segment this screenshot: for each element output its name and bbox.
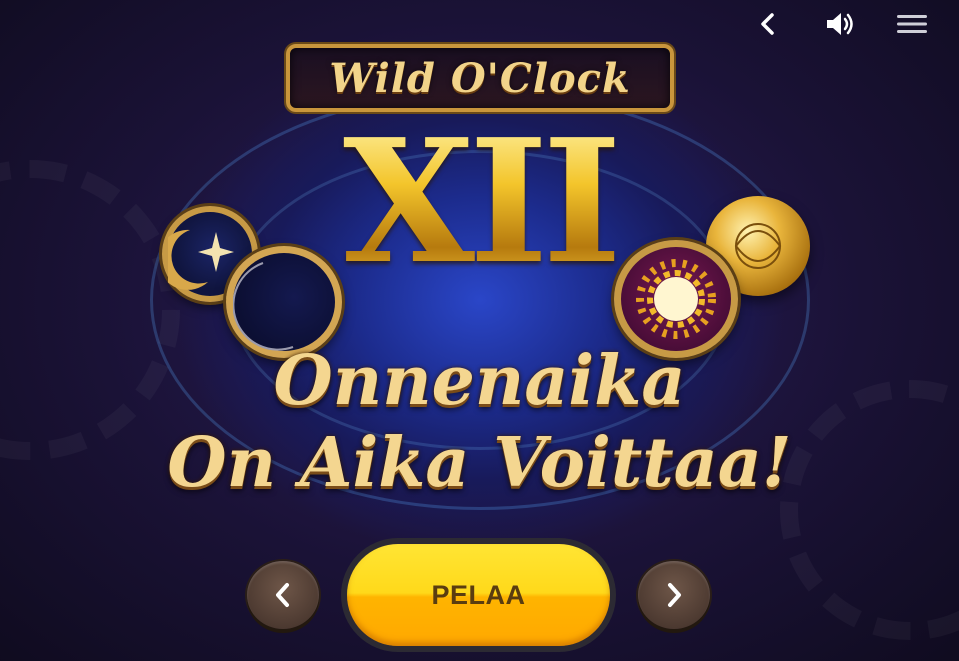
hamburger-menu-icon (897, 15, 927, 33)
chevron-right-icon (668, 583, 681, 607)
roman-numeral-twelve: XII (0, 112, 959, 292)
chevron-left-icon (761, 13, 774, 35)
play-button-label: PELAA (431, 579, 526, 610)
game-splash-screen: Wild O'Clock XII Onnenaika On Aika Voitt… (0, 0, 959, 661)
chevron-left-icon (276, 583, 289, 607)
previous-button[interactable] (247, 561, 319, 629)
play-button[interactable]: PELAA (341, 538, 616, 652)
next-button[interactable] (638, 561, 710, 629)
speaker-icon (827, 13, 853, 35)
back-button[interactable] (750, 8, 786, 40)
headline-line-1: Onnenaika (273, 341, 686, 421)
menu-button[interactable] (894, 8, 930, 40)
headline: Onnenaika On Aika Voittaa! (0, 340, 959, 504)
play-button-face[interactable]: PELAA (347, 544, 610, 646)
logo-text: Wild O'Clock (329, 54, 631, 102)
sound-button[interactable] (822, 8, 858, 40)
headline-line-2: On Aika Voittaa! (167, 423, 792, 503)
